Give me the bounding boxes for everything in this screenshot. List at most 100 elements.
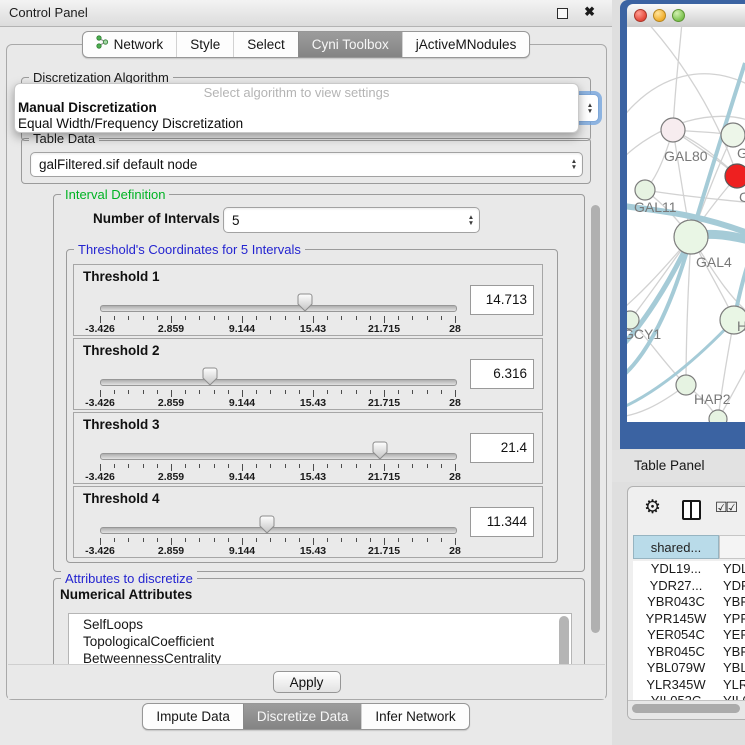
table-cell[interactable]: YBL079W	[633, 660, 719, 677]
tick	[228, 316, 229, 320]
tick	[256, 538, 257, 542]
float-window-icon[interactable]	[557, 8, 568, 19]
table-data-combo[interactable]: galFiltered.sif default node ▲▼	[30, 152, 583, 177]
close-icon[interactable]: ✖	[584, 4, 595, 20]
tick	[370, 538, 371, 542]
threshold-2-value-field[interactable]: 6.316	[470, 359, 534, 389]
table-cell[interactable]: YDL1	[719, 561, 745, 578]
numerical-attributes-list[interactable]: SelfLoopsTopologicalCoefficientBetweenne…	[68, 613, 572, 665]
tick	[157, 390, 158, 394]
tick-label: -3.426	[85, 545, 115, 557]
tick-label: 2.859	[158, 323, 184, 335]
checkboxes-icon[interactable]: ☑☑	[715, 499, 736, 516]
table-cell[interactable]: YBR0	[719, 594, 745, 611]
gear-icon[interactable]: ⚙	[644, 496, 661, 519]
table-cell[interactable]: YDR27...	[633, 578, 719, 595]
table-cell[interactable]: YPR145W	[633, 611, 719, 628]
threshold-3-slider-track[interactable]	[100, 453, 457, 460]
combo-stepper-icon[interactable]: ▲▼	[582, 103, 598, 114]
zoom-traffic-light-icon[interactable]	[672, 9, 685, 22]
node-HAP2[interactable]	[676, 375, 696, 395]
node-top-right[interactable]	[721, 123, 745, 147]
node-GAL4[interactable]	[674, 220, 708, 254]
table-hscrollbar[interactable]	[628, 700, 745, 720]
table-cell[interactable]: YER0	[719, 627, 745, 644]
node-red[interactable]	[725, 164, 745, 188]
combo-stepper-icon[interactable]: ▲▼	[463, 215, 479, 226]
column-header-0[interactable]: shared...	[633, 535, 719, 559]
combo-stepper-icon[interactable]: ▲▼	[566, 159, 582, 170]
attributes-scrollbar[interactable]	[559, 616, 569, 665]
tick	[143, 316, 144, 320]
tick	[214, 316, 215, 320]
tick	[100, 390, 101, 397]
threshold-4-value-field[interactable]: 11.344	[470, 507, 534, 537]
tick	[270, 464, 271, 468]
tab-infer-network[interactable]: Infer Network	[361, 704, 468, 729]
network-window: GAL80GACGAL11GAL4GCY1HHAP2	[620, 0, 745, 449]
tick	[270, 390, 271, 394]
tick	[199, 538, 200, 542]
tab-cyni-toolbox[interactable]: Cyni Toolbox	[298, 32, 402, 57]
tick	[299, 538, 300, 542]
tab-network[interactable]: Network	[83, 32, 177, 57]
threshold-3-value-field[interactable]: 21.4	[470, 433, 534, 463]
node-bottom[interactable]	[709, 410, 727, 422]
tab-select[interactable]: Select	[233, 32, 298, 57]
tab-style[interactable]: Style	[176, 32, 233, 57]
threshold-1-value-field[interactable]: 14.713	[470, 285, 534, 315]
tick	[441, 316, 442, 320]
minimize-traffic-light-icon[interactable]	[653, 9, 666, 22]
tick	[128, 390, 129, 394]
threshold-4-slider-thumb[interactable]	[259, 515, 275, 534]
table-cell[interactable]: YLR3	[719, 677, 745, 694]
network-canvas[interactable]: GAL80GACGAL11GAL4GCY1HHAP2	[627, 27, 745, 422]
table-cell[interactable]: YBL0	[719, 660, 745, 677]
table-hscrollbar-thumb[interactable]	[632, 704, 740, 713]
tick	[128, 464, 129, 468]
tick	[228, 464, 229, 468]
table-cell[interactable]: YBR043C	[633, 594, 719, 611]
threshold-2-slider-track[interactable]	[100, 379, 457, 386]
threshold-label: Threshold 2	[83, 343, 160, 358]
columns-icon[interactable]	[682, 500, 701, 520]
attribute-item[interactable]: TopologicalCoefficient	[69, 633, 571, 650]
table-cell[interactable]: YER054C	[633, 627, 719, 644]
attribute-item[interactable]: BetweennessCentrality	[69, 650, 571, 665]
tab-jactivemnodules[interactable]: jActiveMNodules	[402, 32, 530, 57]
table-cell[interactable]: YDL19...	[633, 561, 719, 578]
threshold-1-slider-track[interactable]	[100, 305, 457, 312]
column-header-1[interactable]: n	[719, 535, 745, 559]
tab-discretize-data[interactable]: Discretize Data	[243, 704, 362, 729]
tick	[356, 464, 357, 468]
tick	[285, 390, 286, 394]
threshold-2-panel: Threshold 2-3.4262.8599.14415.4321.71528…	[73, 338, 543, 410]
apply-button[interactable]: Apply	[273, 671, 341, 693]
number-of-intervals-combo[interactable]: 5 ▲▼	[223, 207, 480, 233]
panel-scrollbar[interactable]	[591, 205, 600, 633]
tick	[256, 464, 257, 468]
table-data-group-label: Table Data	[29, 131, 99, 146]
table-cell[interactable]: YBR0	[719, 644, 745, 661]
table-cell[interactable]: YLR345W	[633, 677, 719, 694]
threshold-4-slider-track[interactable]	[100, 527, 457, 534]
tab-impute-data[interactable]: Impute Data	[143, 704, 243, 729]
network-window-titlebar[interactable]	[627, 4, 745, 27]
node-GAL11[interactable]	[635, 180, 655, 200]
algorithm-option[interactable]: Manual Discretization	[15, 100, 578, 116]
table-cell[interactable]: YBR045C	[633, 644, 719, 661]
tick	[157, 464, 158, 468]
table-cell[interactable]: YPR1	[719, 611, 745, 628]
close-traffic-light-icon[interactable]	[634, 9, 647, 22]
tick	[270, 538, 271, 542]
threshold-2-slider-thumb[interactable]	[202, 367, 218, 386]
threshold-1-slider-thumb[interactable]	[297, 293, 313, 312]
threshold-3-slider-thumb[interactable]	[372, 441, 388, 460]
algorithm-option[interactable]: Equal Width/Frequency Discretization	[15, 116, 578, 132]
attribute-item[interactable]: SelfLoops	[69, 616, 571, 633]
table-cell[interactable]: YDR2	[719, 578, 745, 595]
tick	[185, 316, 186, 320]
node-pink[interactable]	[661, 118, 685, 142]
table-panel-header: Table Panel	[612, 450, 745, 482]
node-label: GAL4	[696, 254, 732, 270]
